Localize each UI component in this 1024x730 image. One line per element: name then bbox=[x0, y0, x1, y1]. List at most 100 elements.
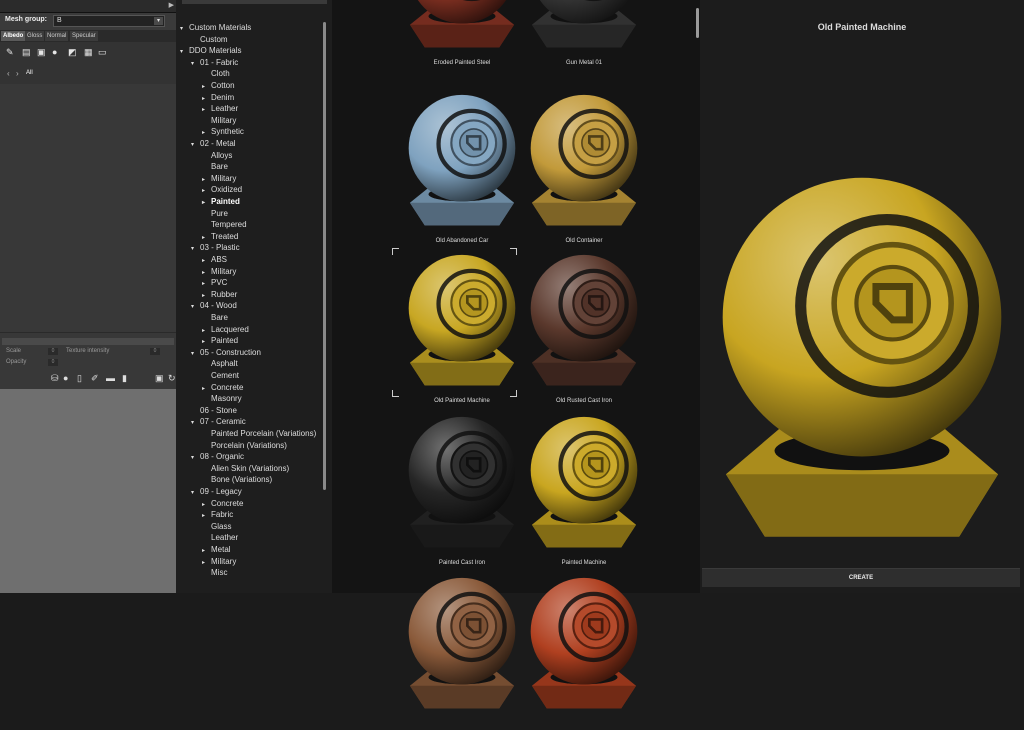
chevron-down-icon[interactable]: ▾ bbox=[154, 17, 163, 25]
export-icon[interactable]: ▭ bbox=[98, 48, 107, 57]
tab-gloss[interactable]: Gloss bbox=[25, 31, 45, 41]
material-tile[interactable]: Painted Cast Iron bbox=[400, 414, 524, 569]
refresh-icon[interactable]: ↻ bbox=[168, 373, 176, 384]
tree-item[interactable]: ▸ Military bbox=[202, 173, 236, 185]
tree-item[interactable]: Asphalt bbox=[202, 358, 238, 370]
tree-item[interactable]: Custom bbox=[191, 34, 228, 46]
tree-item[interactable]: Bare bbox=[202, 312, 228, 324]
material-tile[interactable]: Old Abandoned Car bbox=[400, 92, 524, 247]
tree-item[interactable]: Misc bbox=[202, 567, 227, 579]
tree-item[interactable]: ▾ 07 - Ceramic bbox=[191, 416, 246, 428]
tree-item[interactable]: ▸ Military bbox=[202, 556, 236, 568]
tree-item[interactable]: Painted Porcelain (Variations) bbox=[202, 428, 316, 440]
brush-icon[interactable]: ✐ bbox=[91, 373, 99, 384]
mesh-group-select[interactable]: B ▾ bbox=[53, 15, 165, 27]
chevron-down-icon[interactable]: ▾ bbox=[191, 348, 200, 360]
chevron-down-icon[interactable]: ▾ bbox=[191, 301, 200, 313]
tree-item[interactable]: Masonry bbox=[202, 393, 242, 405]
tree-item[interactable]: ▾ 01 - Fabric bbox=[191, 57, 238, 69]
material-tile[interactable]: Eroded Painted Steel bbox=[400, 0, 524, 69]
tree-item[interactable]: ▾ 02 - Metal bbox=[191, 138, 236, 150]
tree-item[interactable]: ▸ Rubber bbox=[202, 289, 237, 301]
trash-icon[interactable]: ▮ bbox=[122, 373, 127, 384]
tree-item[interactable]: Leather bbox=[202, 532, 238, 544]
chevron-down-icon[interactable]: ▾ bbox=[180, 46, 189, 58]
forward-arrow-icon[interactable]: › bbox=[16, 69, 19, 78]
eyedropper-icon[interactable]: ✎ bbox=[6, 48, 15, 57]
tree-item[interactable]: ▸ Painted bbox=[202, 196, 240, 208]
tree-item[interactable]: ▸ Military bbox=[202, 266, 236, 278]
tree-item[interactable]: Tempered bbox=[202, 219, 247, 231]
tree-item[interactable]: ▸ Oxidized bbox=[202, 184, 242, 196]
tree-item[interactable]: ▸ Treated bbox=[202, 231, 238, 243]
tree-item[interactable]: ▾ 08 - Organic bbox=[191, 451, 244, 463]
tree-item[interactable]: ▸ Lacquered bbox=[202, 324, 249, 336]
tab-albedo[interactable]: Albedo bbox=[1, 31, 26, 41]
chevron-down-icon[interactable]: ▾ bbox=[191, 243, 200, 255]
tree-item[interactable]: ▾ 04 - Wood bbox=[191, 300, 237, 312]
collapse-arrow-icon[interactable]: ▶ bbox=[169, 1, 174, 9]
tree-item[interactable]: Bone (Variations) bbox=[202, 474, 272, 486]
nav-all-label[interactable]: All bbox=[26, 70, 33, 76]
tree-item[interactable]: 06 - Stone bbox=[191, 405, 237, 417]
tree-item[interactable]: ▸ Denim bbox=[202, 92, 234, 104]
tree-item[interactable]: ▸ Cotton bbox=[202, 80, 235, 92]
tree-item[interactable]: ▸ Metal bbox=[202, 544, 231, 556]
tree-item[interactable]: ▾ 03 - Plastic bbox=[191, 242, 240, 254]
material-tile[interactable]: Old Painted Machine bbox=[400, 252, 524, 407]
tree-item[interactable]: Cloth bbox=[202, 68, 230, 80]
material-tile[interactable] bbox=[400, 575, 524, 730]
add-layer-icon[interactable]: ▤ bbox=[22, 48, 31, 57]
mask-icon[interactable]: ◩ bbox=[68, 48, 77, 57]
tree-item[interactable]: ▸ Concrete bbox=[202, 498, 243, 510]
create-button[interactable]: CREATE bbox=[702, 568, 1020, 587]
grid-scrollbar[interactable] bbox=[696, 8, 699, 38]
tree-item[interactable]: Military bbox=[202, 115, 236, 127]
bucket-icon[interactable]: ⛁ bbox=[51, 373, 59, 384]
tree-item[interactable]: ▸ Painted bbox=[202, 335, 238, 347]
tree-item[interactable]: Alloys bbox=[202, 150, 232, 162]
chevron-down-icon[interactable]: ▾ bbox=[191, 417, 200, 429]
opacity-value[interactable]: 0 bbox=[48, 359, 58, 366]
texture-intensity-value[interactable]: 0 bbox=[150, 348, 160, 355]
tree-item[interactable]: Bare bbox=[202, 161, 228, 173]
chevron-down-icon[interactable]: ▾ bbox=[191, 487, 200, 499]
tree-item[interactable]: ▸ Fabric bbox=[202, 509, 233, 521]
tree-item[interactable]: Alien Skin (Variations) bbox=[202, 463, 289, 475]
chevron-down-icon[interactable]: ▾ bbox=[180, 23, 189, 35]
tab-normal[interactable]: Normal bbox=[45, 31, 69, 41]
chevron-down-icon[interactable]: ▾ bbox=[191, 58, 200, 70]
tree-item[interactable]: ▸ PVC bbox=[202, 277, 227, 289]
material-tile[interactable] bbox=[522, 575, 646, 730]
tree-item[interactable]: ▾ 09 - Legacy bbox=[191, 486, 242, 498]
page-icon[interactable]: ▯ bbox=[77, 373, 82, 384]
material-tile[interactable]: Old Rusted Cast Iron bbox=[522, 252, 646, 407]
material-tile[interactable]: Old Container bbox=[522, 92, 646, 247]
tree-item[interactable]: ▾ DDO Materials bbox=[180, 45, 241, 57]
tree-item[interactable]: ▸ ABS bbox=[202, 254, 227, 266]
tree-item[interactable]: Porcelain (Variations) bbox=[202, 440, 287, 452]
chevron-down-icon[interactable]: ▾ bbox=[191, 139, 200, 151]
tree-item[interactable]: ▾ 05 - Construction bbox=[191, 347, 261, 359]
folder-icon[interactable]: ▦ bbox=[84, 48, 93, 57]
tree-item[interactable]: Pure bbox=[202, 208, 228, 220]
save-icon[interactable]: ▣ bbox=[155, 373, 164, 384]
tree-item[interactable]: Glass bbox=[202, 521, 231, 533]
tree-item[interactable]: ▸ Synthetic bbox=[202, 126, 244, 138]
tree-item[interactable]: Cement bbox=[202, 370, 239, 382]
back-arrow-icon[interactable]: ‹ bbox=[7, 69, 10, 78]
folder-icon[interactable]: ▬ bbox=[106, 373, 115, 383]
tree-scrollbar[interactable] bbox=[323, 22, 326, 490]
material-tile[interactable]: Painted Machine bbox=[522, 414, 646, 569]
sphere-icon[interactable]: ● bbox=[63, 373, 68, 383]
scale-value[interactable]: 0 bbox=[48, 348, 58, 355]
chevron-down-icon[interactable]: ▾ bbox=[191, 452, 200, 464]
tree-item[interactable]: ▸ Concrete bbox=[202, 382, 243, 394]
tree-item[interactable]: ▾ Custom Materials bbox=[180, 22, 251, 34]
selection-corner bbox=[510, 248, 517, 255]
duplicate-icon[interactable]: ▣ bbox=[37, 48, 46, 57]
tab-specular[interactable]: Specular bbox=[70, 31, 98, 41]
material-ball-icon[interactable]: ● bbox=[52, 48, 61, 57]
material-tile[interactable]: Gun Metal 01 bbox=[522, 0, 646, 69]
tree-item[interactable]: ▸ Leather bbox=[202, 103, 238, 115]
